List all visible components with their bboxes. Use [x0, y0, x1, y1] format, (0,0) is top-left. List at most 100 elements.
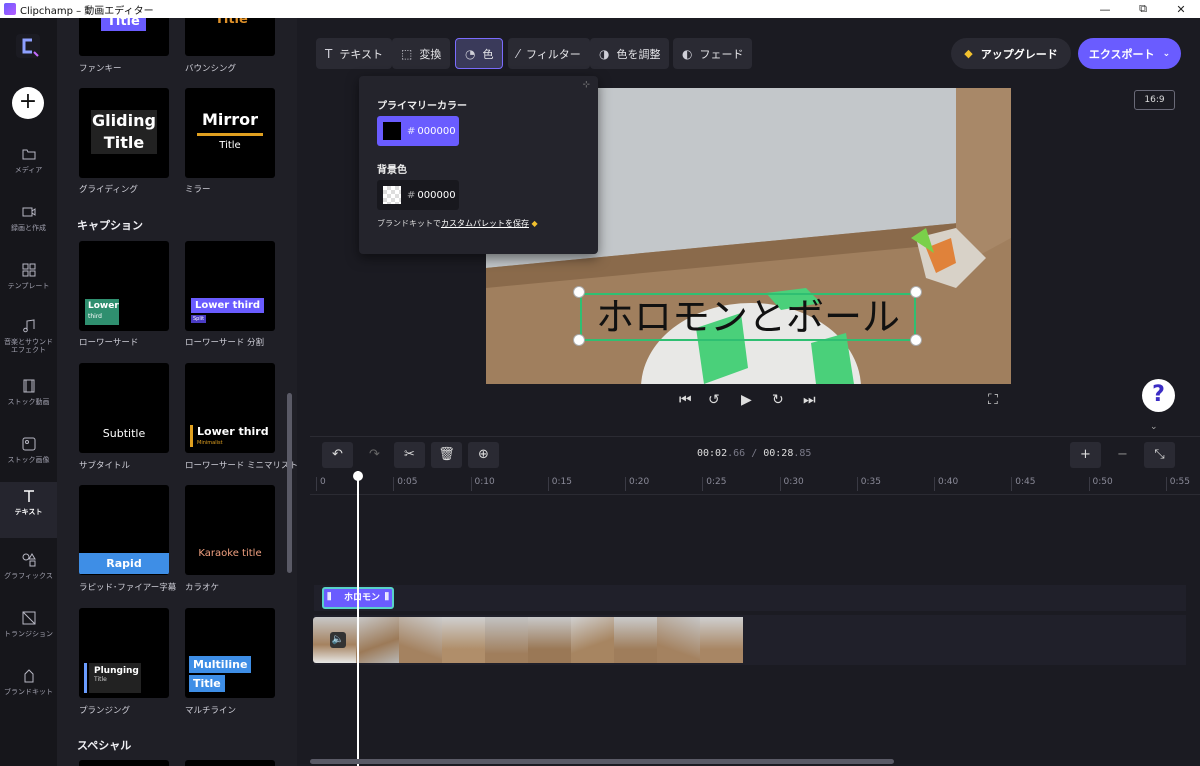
resize-handle-bottom-right[interactable] — [910, 334, 922, 346]
tab-adjust-color[interactable]: ◑ 色を調整 — [590, 38, 670, 69]
text-clip-label: ホロモン — [344, 593, 381, 603]
card-preview-text: Plunging — [94, 666, 139, 676]
transparent-chip — [383, 186, 401, 204]
text-style-card[interactable]: Lower third — [79, 241, 169, 331]
text-style-card[interactable] — [185, 760, 275, 766]
zoom-out-icon[interactable]: − — [1107, 442, 1138, 468]
tab-label: フェード — [699, 47, 744, 61]
tab-label: 変換 — [419, 47, 442, 61]
text-style-card[interactable]: Subtitle — [79, 363, 169, 453]
film-icon — [23, 379, 34, 393]
text-style-card[interactable]: Mirror Title — [185, 88, 275, 178]
clip-thumbnail — [485, 617, 528, 663]
clip-thumbnail — [399, 617, 442, 663]
maximize-button[interactable]: ⧉ — [1124, 0, 1162, 18]
clip-thumbnail — [528, 617, 571, 663]
export-button[interactable]: エクスポート ⌄ — [1078, 38, 1181, 69]
zoom-in-icon[interactable]: + — [1070, 442, 1101, 468]
text-style-card[interactable]: Karaoke title — [185, 485, 275, 575]
rail-item-transitions[interactable]: トランジション — [0, 604, 57, 660]
fade-icon: ◐ — [682, 46, 693, 61]
rail-item-label: ストック画像 — [7, 456, 50, 464]
card-preview-text: Mirror — [201, 110, 259, 129]
palette-icon: ◔ — [465, 46, 476, 61]
ruler-tick: 0:40 — [934, 477, 958, 491]
primary-color-swatch[interactable]: # 000000 — [377, 116, 459, 146]
text-style-card[interactable]: Gliding Title — [79, 88, 169, 178]
drag-handle-icon[interactable]: ⦀ — [327, 589, 331, 607]
resize-handle-top-right[interactable] — [910, 286, 922, 298]
current-time-frac: .66 — [727, 448, 746, 459]
trash-icon[interactable]: 🗑 — [431, 442, 462, 468]
timeline-scrollbar[interactable] — [310, 759, 894, 764]
card-preview-sub: Split — [191, 315, 207, 323]
text-style-card[interactable]: Rapid — [79, 485, 169, 575]
upgrade-button[interactable]: ◆ アップグレード — [951, 38, 1071, 69]
forward-5s-icon[interactable]: ↻ — [772, 392, 784, 408]
text-style-card[interactable]: Plunging Title — [79, 608, 169, 698]
clipchamp-logo-icon — [16, 34, 40, 58]
aspect-ratio-button[interactable]: 16:9 — [1134, 90, 1175, 110]
total-time-frac: .85 — [793, 448, 812, 459]
text-style-card[interactable]: Lower third Split — [185, 241, 275, 331]
play-icon[interactable]: ▶ — [741, 392, 752, 408]
card-preview-text: Rapid — [79, 553, 169, 574]
rail-item-record[interactable]: 録画と作成 — [0, 198, 57, 254]
rail-item-brand-kit[interactable]: ブランドキット — [0, 662, 57, 718]
fit-timeline-icon[interactable]: ⤡ — [1144, 442, 1175, 468]
tab-color[interactable]: ◔ 色 — [455, 38, 504, 69]
help-button[interactable]: ? — [1142, 379, 1175, 412]
rail-item-graphics[interactable]: グラフィックス — [0, 546, 57, 602]
volume-icon[interactable]: 🔈 — [330, 632, 346, 648]
rail-item-music[interactable]: 音楽とサウンド エフェクト — [0, 312, 57, 368]
minimize-button[interactable]: — — [1086, 0, 1124, 18]
playhead[interactable] — [353, 471, 364, 766]
card-label: ローワーサード ミニマリスト — [185, 461, 297, 471]
clip-thumbnail — [571, 617, 614, 663]
close-button[interactable]: ✕ — [1162, 0, 1200, 18]
rail-item-text[interactable]: テキスト — [0, 482, 57, 538]
skip-forward-icon[interactable]: ⏭ — [803, 392, 816, 408]
tab-fade[interactable]: ◐ フェード — [673, 38, 753, 69]
card-label: ファンキー — [79, 64, 122, 74]
video-clip[interactable]: 🔈 — [313, 617, 748, 663]
fullscreen-icon[interactable]: ⛶ — [988, 392, 998, 408]
rail-item-stock-video[interactable]: ストック動画 — [0, 372, 57, 428]
rail-item-stock-image[interactable]: ストック画像 — [0, 430, 57, 486]
add-media-button[interactable]: + — [12, 87, 44, 119]
text-style-card[interactable]: Title — [185, 18, 275, 56]
tab-transform[interactable]: ⬚ 変換 — [392, 38, 451, 69]
rewind-5s-icon[interactable]: ↺ — [708, 392, 720, 408]
redo-icon[interactable]: ↷ — [359, 442, 390, 468]
skip-back-icon[interactable]: ⏮ — [679, 392, 692, 408]
rail-item-label: ブランドキット — [4, 688, 53, 696]
drag-handle-icon[interactable]: ⦀ — [385, 589, 389, 607]
text-style-card[interactable] — [79, 760, 169, 766]
ruler-tick: 0:15 — [547, 477, 572, 491]
card-label: バウンシング — [185, 64, 237, 74]
tab-filter[interactable]: ⁄ フィルター — [508, 38, 590, 69]
text-overlay-selected[interactable]: ホロモンとボール — [580, 293, 916, 341]
add-to-timeline-icon[interactable]: ⊕ — [468, 442, 499, 468]
rail-item-templates[interactable]: テンプレート — [0, 256, 57, 312]
text-style-card[interactable]: Title — [79, 18, 169, 56]
library-scrollbar[interactable] — [287, 393, 292, 573]
resize-handle-top-left[interactable] — [573, 286, 585, 298]
save-palette-link[interactable]: カスタムパレットを保存 — [441, 219, 529, 228]
timeline-ruler[interactable]: 0 0:05 0:10 0:15 0:20 0:25 0:30 0:35 0:40 0:45 0:5… — [310, 473, 1200, 495]
scissors-icon[interactable]: ✂ — [394, 442, 425, 468]
chevron-down-icon[interactable]: ⌄ — [1150, 422, 1158, 432]
text-style-card[interactable]: Lower third Minimalist — [185, 363, 275, 453]
undo-icon[interactable]: ↶ — [322, 442, 353, 468]
chevron-down-icon: ⌄ — [1162, 48, 1171, 59]
card-preview-sub: Title — [94, 676, 107, 683]
text-style-card[interactable]: Multiline Title — [185, 608, 275, 698]
magic-wand-icon: ⁄ — [517, 46, 520, 61]
popover-pin-icon[interactable]: ⊹ — [582, 80, 590, 90]
color-popover: ⊹ プライマリーカラー # 000000 背景色 # 000000 ブランドキッ… — [359, 76, 598, 254]
tab-text[interactable]: T テキスト — [316, 38, 393, 69]
background-color-swatch[interactable]: # 000000 — [377, 180, 459, 210]
mirror-line — [197, 133, 263, 136]
resize-handle-bottom-left[interactable] — [573, 334, 585, 346]
rail-item-media[interactable]: メディア — [0, 140, 57, 196]
